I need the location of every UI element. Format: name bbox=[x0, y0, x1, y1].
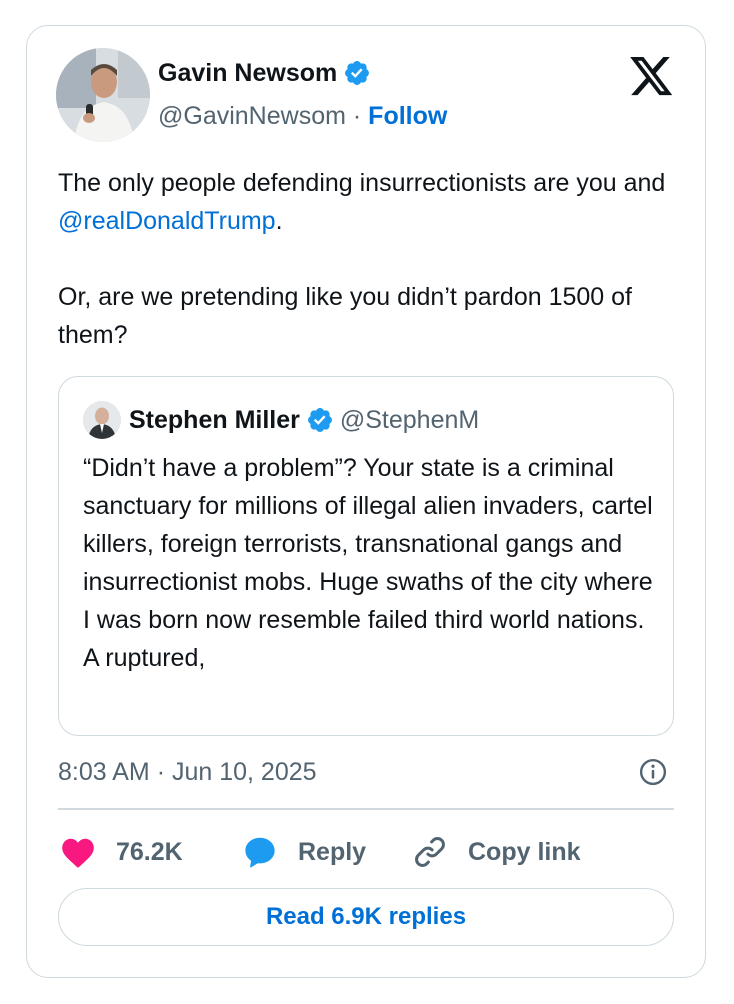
author-name-text[interactable]: Gavin Newsom bbox=[158, 59, 337, 87]
quoted-tweet[interactable]: Stephen Miller @StephenM “Didn’t have a p… bbox=[58, 376, 674, 736]
timestamp-separator: · bbox=[156, 758, 166, 786]
reply-button[interactable]: Reply bbox=[242, 830, 366, 874]
like-count: 76.2K bbox=[116, 837, 183, 866]
author-handle-row: @GavinNewsom · Follow bbox=[158, 98, 447, 134]
tweet-paragraph-2: Or, are we pretending like you didn’t pa… bbox=[58, 283, 632, 349]
author-handle[interactable]: @GavinNewsom bbox=[158, 102, 346, 130]
tweet-text-part: . bbox=[275, 207, 283, 235]
tweet-paragraph-1: The only people defending insurrectionis… bbox=[58, 164, 678, 240]
speech-bubble-icon bbox=[242, 834, 278, 870]
tweet-text-part: The only people defending insurrectionis… bbox=[58, 169, 666, 197]
copy-link-button[interactable]: Copy link bbox=[412, 830, 581, 874]
quoted-header: Stephen Miller @StephenM bbox=[129, 403, 479, 437]
tweet-timestamp[interactable]: 8:03 AM · Jun 10, 2025 bbox=[58, 754, 317, 790]
tweet-time[interactable]: 8:03 AM bbox=[58, 758, 150, 786]
mention-link[interactable]: @realDonaldTrump bbox=[58, 207, 276, 235]
verified-badge-icon bbox=[306, 406, 334, 434]
info-icon[interactable] bbox=[638, 757, 668, 787]
reply-label: Reply bbox=[298, 837, 367, 866]
link-icon bbox=[412, 834, 448, 870]
quoted-author-name: Stephen Miller bbox=[129, 406, 300, 434]
quoted-tweet-text: “Didn’t have a problem”? Your state is a… bbox=[83, 454, 653, 672]
quoted-author-handle: @StephenM bbox=[339, 406, 480, 434]
handle-separator: · bbox=[352, 102, 362, 130]
read-replies-button[interactable]: Read 6.9K replies bbox=[58, 888, 674, 946]
author-avatar[interactable] bbox=[56, 48, 150, 142]
heart-icon bbox=[60, 834, 96, 870]
tweet-date[interactable]: Jun 10, 2025 bbox=[172, 758, 317, 786]
verified-badge-icon bbox=[343, 59, 371, 87]
follow-link[interactable]: Follow bbox=[368, 102, 447, 130]
x-logo-icon[interactable] bbox=[630, 57, 674, 97]
quoted-author-avatar bbox=[83, 401, 121, 439]
tweet-text: The only people defending insurrectionis… bbox=[58, 164, 678, 354]
like-button[interactable]: 76.2K bbox=[60, 830, 183, 874]
author-name[interactable]: Gavin Newsom bbox=[158, 56, 371, 90]
copy-link-label: Copy link bbox=[468, 837, 581, 866]
divider bbox=[58, 808, 674, 810]
